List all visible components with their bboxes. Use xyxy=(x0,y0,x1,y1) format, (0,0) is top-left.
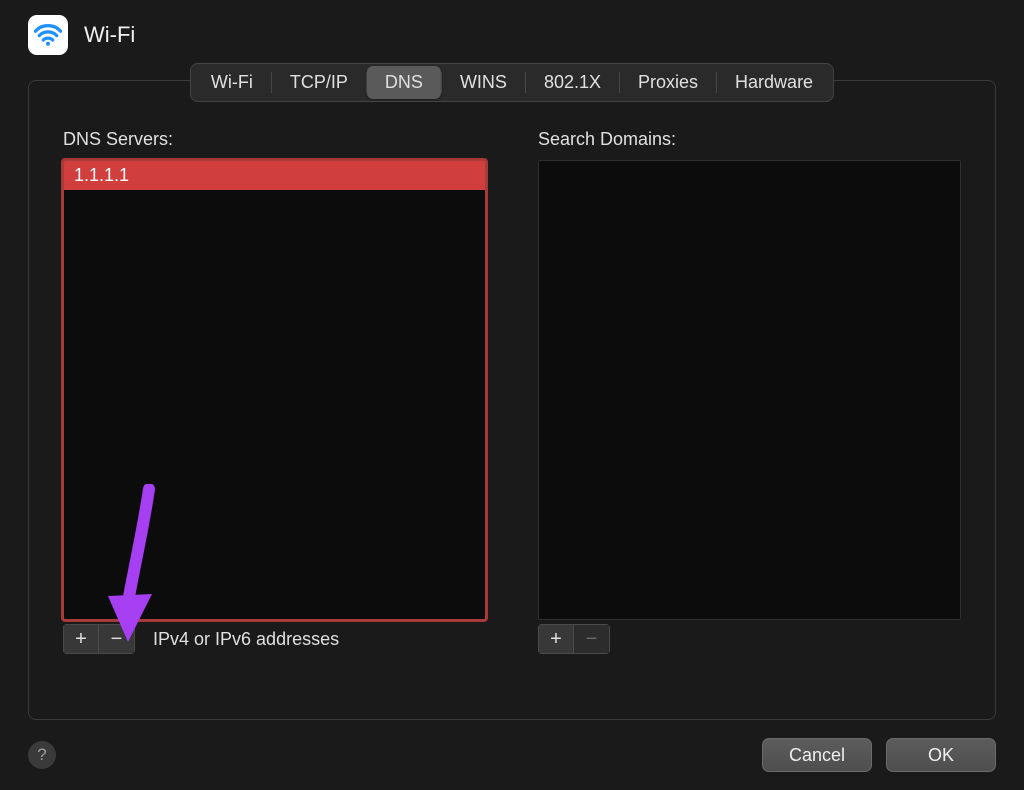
help-icon: ? xyxy=(37,745,46,765)
help-button[interactable]: ? xyxy=(28,741,56,769)
settings-panel: Wi-Fi TCP/IP DNS WINS 802.1X Proxies Har… xyxy=(28,80,996,720)
bottombar: ? Cancel OK xyxy=(0,720,1024,790)
tab-proxies[interactable]: Proxies xyxy=(620,66,716,99)
ok-button[interactable]: OK xyxy=(886,738,996,772)
tab-wins[interactable]: WINS xyxy=(442,66,525,99)
tab-tcpip[interactable]: TCP/IP xyxy=(272,66,366,99)
dns-servers-label: DNS Servers: xyxy=(63,129,486,150)
minus-icon: − xyxy=(111,629,123,649)
dns-list-footer: + − IPv4 or IPv6 addresses xyxy=(63,624,486,654)
cancel-button[interactable]: Cancel xyxy=(762,738,872,772)
tab-8021x[interactable]: 802.1X xyxy=(526,66,619,99)
add-dns-button[interactable]: + xyxy=(63,624,99,654)
search-domains-label: Search Domains: xyxy=(538,129,961,150)
remove-domain-button[interactable]: − xyxy=(574,624,610,654)
tab-wifi[interactable]: Wi-Fi xyxy=(193,66,271,99)
content-area: DNS Servers: 1.1.1.1 + − IPv4 or IPv6 ad… xyxy=(29,81,995,674)
titlebar: Wi-Fi xyxy=(0,0,1024,60)
domains-stepper-group: + − xyxy=(538,624,610,654)
minus-icon: − xyxy=(586,629,598,649)
dns-servers-column: DNS Servers: 1.1.1.1 + − IPv4 or IPv6 ad… xyxy=(63,129,486,654)
dns-servers-listbox[interactable]: 1.1.1.1 xyxy=(63,160,486,620)
tab-dns[interactable]: DNS xyxy=(367,66,441,99)
dns-hint-label: IPv4 or IPv6 addresses xyxy=(153,629,339,650)
search-domains-listbox[interactable] xyxy=(538,160,961,620)
tab-hardware[interactable]: Hardware xyxy=(717,66,831,99)
tabbar: Wi-Fi TCP/IP DNS WINS 802.1X Proxies Har… xyxy=(190,63,834,102)
add-domain-button[interactable]: + xyxy=(538,624,574,654)
dns-server-entry[interactable]: 1.1.1.1 xyxy=(64,161,485,190)
remove-dns-button[interactable]: − xyxy=(99,624,135,654)
dns-stepper-group: + − xyxy=(63,624,135,654)
search-domains-column: Search Domains: + − xyxy=(538,129,961,654)
plus-icon: + xyxy=(75,629,87,649)
page-title: Wi-Fi xyxy=(84,22,135,48)
wifi-icon xyxy=(28,15,68,55)
domains-list-footer: + − xyxy=(538,624,961,654)
plus-icon: + xyxy=(550,629,562,649)
